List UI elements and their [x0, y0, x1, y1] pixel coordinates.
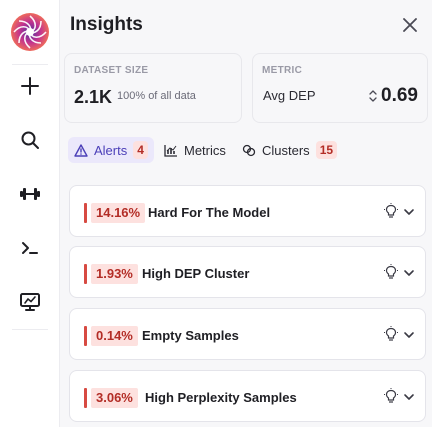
alert-card[interactable]: 0.14% Empty Samples: [69, 308, 426, 360]
panel-title: Insights: [70, 14, 143, 35]
chevron-down-icon[interactable]: [403, 329, 415, 341]
dataset-size-label: DATASET SIZE: [74, 65, 149, 76]
metric-card: METRIC Avg DEP 0.69: [252, 53, 428, 123]
lightbulb-icon[interactable]: [383, 264, 399, 280]
dataset-size-sub: 100% of all data: [117, 90, 196, 102]
search-icon: [21, 131, 39, 149]
alert-percent: 14.16%: [91, 203, 146, 223]
select-arrows-icon[interactable]: [369, 89, 377, 103]
bar-chart-icon: [164, 144, 177, 157]
metric-select[interactable]: Avg DEP: [263, 88, 316, 103]
terminal-button[interactable]: [11, 229, 49, 267]
alert-card[interactable]: 1.93% High DEP Cluster: [69, 246, 426, 298]
alert-card[interactable]: 3.06% High Perplexity Samples: [69, 370, 426, 422]
plus-icon: [21, 77, 39, 95]
add-button[interactable]: [11, 67, 49, 105]
severity-bar: [84, 264, 87, 284]
training-button[interactable]: [11, 175, 49, 213]
tab-alerts-label: Alerts: [94, 142, 128, 158]
clusters-icon: [242, 144, 256, 156]
tab-clusters-label: Clusters: [262, 142, 310, 158]
severity-bar: [84, 326, 87, 346]
tab-metrics[interactable]: Metrics: [158, 137, 232, 163]
close-icon: [403, 18, 417, 32]
chevron-down-icon[interactable]: [403, 206, 415, 218]
monitor-chart-icon: [20, 293, 40, 311]
tab-clusters[interactable]: Clusters 15: [236, 137, 343, 163]
severity-bar: [84, 203, 87, 223]
alert-card[interactable]: 14.16% Hard For The Model: [69, 185, 426, 237]
metric-label: METRIC: [262, 65, 303, 76]
tab-alerts[interactable]: Alerts 4: [68, 137, 154, 163]
lightbulb-icon[interactable]: [383, 326, 399, 342]
dataset-size-value: 2.1K: [74, 87, 113, 107]
logo-icon[interactable]: [10, 12, 50, 52]
clusters-count-badge: 15: [315, 141, 338, 159]
sidebar: [0, 0, 60, 427]
alert-percent: 3.06%: [91, 388, 138, 408]
alerts-count-badge: 4: [133, 141, 148, 159]
dataset-size-card: DATASET SIZE 2.1K 100% of all data: [64, 53, 242, 123]
alert-name: High DEP Cluster: [142, 266, 250, 281]
insights-panel: Insights DATASET SIZE 2.1K 100% of all d…: [60, 0, 432, 427]
dashboard-button[interactable]: [11, 283, 49, 321]
chevron-down-icon[interactable]: [403, 391, 415, 403]
rail-divider: [12, 329, 48, 330]
tab-metrics-label: Metrics: [184, 142, 226, 158]
lightbulb-icon[interactable]: [383, 203, 399, 219]
search-button[interactable]: [11, 121, 49, 159]
severity-bar: [84, 388, 87, 408]
close-button[interactable]: [400, 15, 420, 35]
rail-divider: [12, 64, 48, 65]
alert-percent: 1.93%: [91, 264, 138, 284]
warning-icon: [74, 143, 88, 157]
alert-name: Hard For The Model: [148, 205, 271, 220]
lightbulb-icon[interactable]: [383, 388, 399, 404]
terminal-icon: [22, 242, 38, 254]
alert-name: Empty Samples: [142, 328, 239, 343]
alert-name: High Perplexity Samples: [145, 390, 297, 405]
metric-value: 0.69: [381, 85, 418, 106]
dumbbell-icon: [20, 188, 40, 200]
chevron-down-icon[interactable]: [403, 267, 415, 279]
alert-percent: 0.14%: [91, 326, 138, 346]
